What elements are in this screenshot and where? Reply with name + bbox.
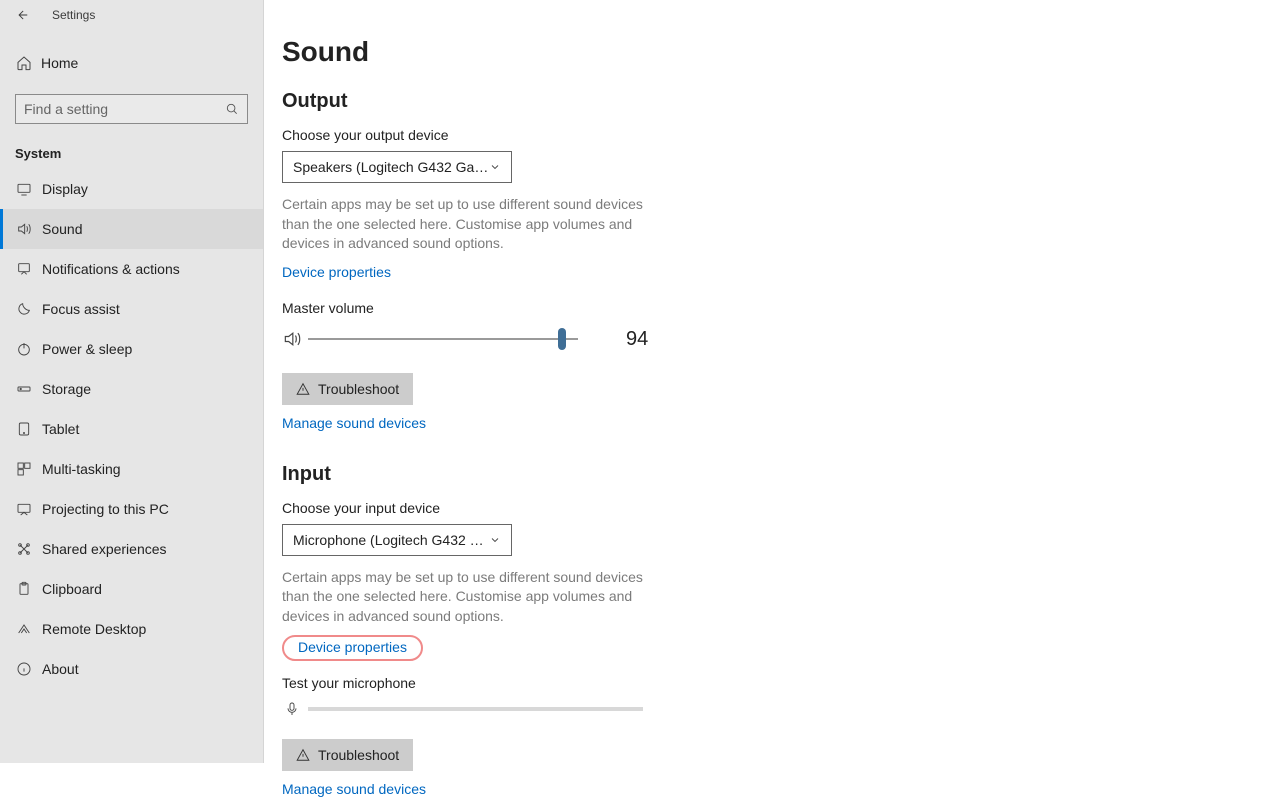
microphone-icon	[282, 701, 302, 717]
power-icon	[15, 341, 33, 357]
sidebar-item-storage[interactable]: Storage	[0, 369, 263, 409]
output-help-text: Certain apps may be set up to use differ…	[282, 195, 652, 254]
chevron-down-icon	[489, 161, 501, 173]
sidebar-category: System	[15, 146, 263, 161]
chevron-down-icon	[489, 534, 501, 546]
output-manage-devices-link[interactable]: Manage sound devices	[282, 415, 426, 431]
title-bar: Settings	[0, 0, 263, 30]
sidebar-item-label: Projecting to this PC	[42, 501, 169, 517]
search-input[interactable]	[24, 101, 225, 117]
projecting-icon	[15, 501, 33, 517]
output-device-properties-link[interactable]: Device properties	[282, 264, 391, 280]
sidebar-item-sound[interactable]: Sound	[0, 209, 263, 249]
multitasking-icon	[15, 461, 33, 477]
output-troubleshoot-button[interactable]: Troubleshoot	[282, 373, 413, 405]
sidebar-item-label: Tablet	[42, 421, 79, 437]
input-manage-devices-link[interactable]: Manage sound devices	[282, 781, 426, 797]
content-pane: Sound Output Choose your output device S…	[264, 0, 1280, 763]
master-volume-label: Master volume	[282, 300, 682, 316]
mic-level-bar	[308, 707, 643, 711]
sidebar-item-about[interactable]: About	[0, 649, 263, 689]
moon-icon	[15, 301, 33, 317]
sidebar-item-multitask[interactable]: Multi-tasking	[0, 449, 263, 489]
output-heading: Output	[282, 90, 682, 113]
sidebar-item-label: Clipboard	[42, 581, 102, 597]
input-help-text: Certain apps may be set up to use differ…	[282, 568, 652, 627]
tablet-icon	[15, 421, 33, 437]
sidebar-home-label: Home	[41, 55, 78, 71]
master-volume-value: 94	[626, 328, 648, 351]
sidebar: Settings Home System Display Sound Notif…	[0, 0, 264, 763]
highlight-annotation: Device properties	[282, 635, 423, 661]
input-heading: Input	[282, 463, 682, 486]
home-icon	[15, 55, 33, 71]
sidebar-item-label: Shared experiences	[42, 541, 167, 557]
sidebar-item-notifications[interactable]: Notifications & actions	[0, 249, 263, 289]
back-button[interactable]	[12, 5, 32, 25]
page-title: Sound	[282, 36, 1280, 68]
input-device-properties-link[interactable]: Device properties	[298, 639, 407, 655]
input-troubleshoot-button[interactable]: Troubleshoot	[282, 739, 413, 771]
remote-icon	[15, 621, 33, 637]
button-label: Troubleshoot	[318, 747, 399, 763]
sidebar-item-label: Notifications & actions	[42, 261, 180, 277]
clipboard-icon	[15, 581, 33, 597]
mic-test-row	[282, 701, 682, 717]
sidebar-item-projecting[interactable]: Projecting to this PC	[0, 489, 263, 529]
warning-icon	[296, 382, 310, 396]
warning-icon	[296, 748, 310, 762]
app-title: Settings	[52, 8, 95, 22]
notifications-icon	[15, 261, 33, 277]
sidebar-item-clipboard[interactable]: Clipboard	[0, 569, 263, 609]
sidebar-item-label: Power & sleep	[42, 341, 132, 357]
sound-icon	[15, 221, 33, 237]
sidebar-item-label: Focus assist	[42, 301, 120, 317]
master-volume-slider[interactable]	[308, 329, 578, 349]
sidebar-home[interactable]: Home	[0, 42, 263, 84]
storage-icon	[15, 381, 33, 397]
sidebar-item-label: Sound	[42, 221, 82, 237]
input-section: Input Choose your input device Microphon…	[282, 463, 682, 799]
sidebar-item-label: About	[42, 661, 79, 677]
display-icon	[15, 181, 33, 197]
output-choose-label: Choose your output device	[282, 127, 682, 143]
output-section: Output Choose your output device Speaker…	[282, 90, 682, 433]
input-device-value: Microphone (Logitech G432 Gami…	[293, 532, 489, 548]
sidebar-item-tablet[interactable]: Tablet	[0, 409, 263, 449]
button-label: Troubleshoot	[318, 381, 399, 397]
sidebar-item-remote[interactable]: Remote Desktop	[0, 609, 263, 649]
sidebar-item-display[interactable]: Display	[0, 169, 263, 209]
test-mic-label: Test your microphone	[282, 675, 682, 691]
search-box[interactable]	[15, 94, 248, 124]
sidebar-item-shared[interactable]: Shared experiences	[0, 529, 263, 569]
search-icon	[225, 102, 239, 116]
arrow-left-icon	[15, 8, 29, 22]
sidebar-item-label: Multi-tasking	[42, 461, 121, 477]
sidebar-item-label: Remote Desktop	[42, 621, 146, 637]
sidebar-item-power[interactable]: Power & sleep	[0, 329, 263, 369]
about-icon	[15, 661, 33, 677]
slider-thumb[interactable]	[558, 328, 566, 350]
output-device-value: Speakers (Logitech G432 Gaming…	[293, 159, 489, 175]
input-device-dropdown[interactable]: Microphone (Logitech G432 Gami…	[282, 524, 512, 556]
speaker-icon[interactable]	[282, 329, 302, 349]
slider-track	[308, 338, 578, 340]
sidebar-item-label: Storage	[42, 381, 91, 397]
output-device-dropdown[interactable]: Speakers (Logitech G432 Gaming…	[282, 151, 512, 183]
input-choose-label: Choose your input device	[282, 500, 682, 516]
sidebar-item-label: Display	[42, 181, 88, 197]
master-volume-row: 94	[282, 328, 682, 351]
shared-icon	[15, 541, 33, 557]
sidebar-item-focus[interactable]: Focus assist	[0, 289, 263, 329]
